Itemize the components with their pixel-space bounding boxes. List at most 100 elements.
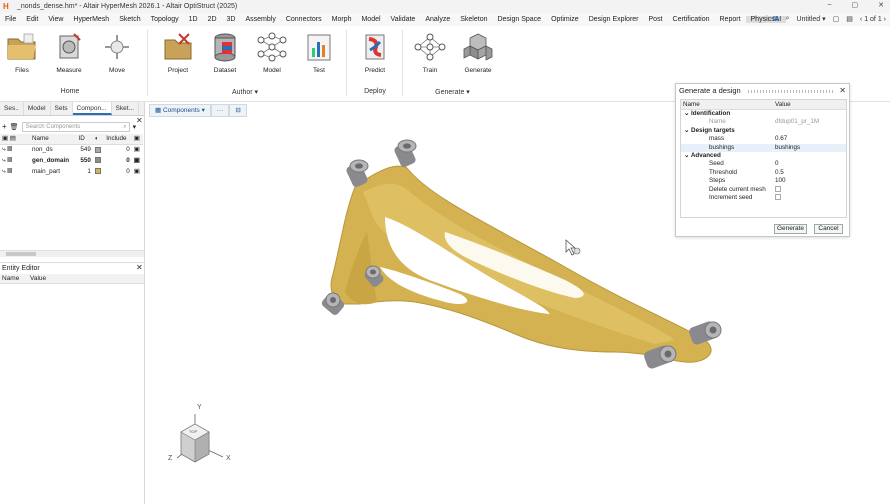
maximize-button[interactable]: ▢ (852, 1, 859, 9)
menu-file[interactable]: File (0, 16, 21, 23)
menu-skeleton[interactable]: Skeleton (455, 16, 492, 23)
ribbon-separator (346, 30, 347, 96)
model-tool[interactable]: Model (250, 30, 294, 74)
threshold-row[interactable]: Threshold 0.5 (681, 169, 846, 177)
predict-tool[interactable]: Predict (353, 30, 397, 74)
row-action-icon[interactable]: ▣ (134, 168, 140, 175)
search-icon[interactable]: ⌕ (786, 15, 790, 23)
increment-seed-checkbox[interactable] (775, 194, 781, 201)
menu-connectors[interactable]: Connectors (281, 16, 327, 23)
threshold-value-field[interactable]: 0.5 (775, 169, 846, 177)
files-tool[interactable]: Files (0, 30, 44, 74)
mass-value-field[interactable]: 0.67 (775, 135, 846, 143)
menu-report[interactable]: Report (715, 16, 746, 23)
row-icons: ⤷ ▤ (2, 156, 13, 164)
mass-row[interactable]: mass 0.67 (681, 135, 846, 143)
delete-mesh-row[interactable]: Delete current mesh (681, 186, 846, 194)
minimize-button[interactable]: – (828, 1, 832, 9)
menu-design-explorer[interactable]: Design Explorer (584, 16, 644, 23)
collapse-icon[interactable]: ⌄ (684, 110, 689, 117)
color-swatch[interactable] (94, 146, 101, 153)
steps-row[interactable]: Steps 100 (681, 177, 846, 185)
close-window-button[interactable]: ✕ (878, 1, 884, 9)
group-generate[interactable]: Generate ▾ (425, 88, 480, 96)
menu-2d[interactable]: 2D (203, 16, 222, 23)
section-advanced[interactable]: ⌄ Advanced (681, 152, 846, 160)
menu-bar: File Edit View HyperMesh Sketch Topology… (0, 13, 890, 26)
delete-icon[interactable]: 🗑 (10, 123, 19, 131)
color-swatch[interactable] (94, 168, 101, 175)
tab-sketch[interactable]: Sket... (112, 102, 139, 115)
move-tool[interactable]: Move (95, 30, 139, 74)
close-browser-icon[interactable]: ✕ (136, 116, 143, 125)
seed-value-field[interactable]: 0 (775, 160, 846, 168)
menu-morph[interactable]: Morph (327, 16, 357, 23)
tab-sets[interactable]: Sets (51, 102, 73, 115)
bushings-row[interactable]: bushings bushings (681, 143, 846, 152)
menu-3d[interactable]: 3D (222, 16, 241, 23)
menu-sketch[interactable]: Sketch (114, 16, 145, 23)
menu-validate[interactable]: Validate (386, 16, 421, 23)
close-entity-editor-icon[interactable]: ✕ (136, 263, 143, 272)
dataset-tool[interactable]: Dataset (203, 30, 247, 74)
generated-part[interactable] (330, 165, 712, 363)
increment-seed-row[interactable]: Increment seed (681, 194, 846, 202)
id-column-header[interactable]: ID (76, 134, 93, 145)
row-action-icon[interactable]: ▣ (134, 157, 140, 164)
axis-triad[interactable] (176, 414, 224, 463)
session-dropdown[interactable]: Untitled ▾ (796, 15, 825, 23)
project-tool[interactable]: Project (156, 30, 200, 74)
tab-components[interactable]: Compon... (72, 102, 112, 115)
row-action-icon[interactable]: ▣ (134, 146, 140, 153)
page-icon[interactable]: ▤ (846, 15, 853, 23)
add-icon[interactable]: + (2, 122, 7, 131)
seed-row[interactable]: Seed 0 (681, 160, 846, 168)
measure-tool[interactable]: Measure (47, 30, 91, 74)
menu-hypermesh[interactable]: HyperMesh (68, 16, 114, 23)
menu-edit[interactable]: Edit (21, 16, 43, 23)
bushing-top-right[interactable] (393, 139, 417, 168)
color-swatch[interactable] (94, 157, 101, 164)
menu-design-space[interactable]: Design Space (492, 16, 546, 23)
menu-analyze[interactable]: Analyze (420, 16, 455, 23)
page-indicator[interactable]: ‹ 1 of 1 › (860, 16, 886, 23)
section-design-targets[interactable]: ⌄ Design targets (681, 127, 846, 135)
search-components-input[interactable]: Search Components ⌕ (21, 121, 130, 132)
cancel-button[interactable]: Cancel (814, 224, 843, 234)
menu-certification[interactable]: Certification (668, 16, 715, 23)
window-layout-icon[interactable]: ▢ (833, 15, 840, 23)
test-tool[interactable]: Test (297, 30, 341, 74)
include-column-header[interactable]: Include (104, 134, 132, 145)
menu-view[interactable]: View (43, 16, 68, 23)
section-identification[interactable]: ⌄ Identification (681, 110, 846, 118)
table-row[interactable]: ⤷ ▤ main_part 1 0 ▣ (0, 166, 143, 177)
menu-model[interactable]: Model (356, 16, 385, 23)
scrollbar-thumb[interactable] (6, 252, 36, 256)
horizontal-scrollbar[interactable] (0, 250, 144, 257)
table-row[interactable]: ⤷ ▤ non_ds 549 0 ▣ (0, 144, 143, 155)
browser-tabs: Ses.. Model Sets Compon... Sket... (0, 102, 144, 116)
menu-optimize[interactable]: Optimize (546, 16, 584, 23)
group-author[interactable]: Author ▾ (220, 88, 270, 96)
name-column-header[interactable]: Name (30, 134, 77, 145)
table-row[interactable]: ⤷ ▤ gen_domain 550 0 ▣ (0, 155, 143, 166)
generate-tool[interactable]: Generate (456, 30, 500, 74)
menu-1d[interactable]: 1D (184, 16, 203, 23)
generate-button[interactable]: Generate (774, 224, 807, 234)
collapse-icon[interactable]: ⌄ (684, 127, 689, 134)
steps-value-field[interactable]: 100 (775, 177, 846, 185)
menu-post[interactable]: Post (644, 16, 668, 23)
chat-icon[interactable]: ⧉ (773, 14, 779, 24)
tab-session[interactable]: Ses.. (0, 102, 24, 115)
collapse-icon[interactable]: ⌄ (684, 152, 689, 159)
menu-assembly[interactable]: Assembly (240, 16, 280, 23)
dialog-title-bar[interactable]: Generate a design ✕ (676, 84, 849, 98)
drag-handle[interactable] (748, 90, 833, 93)
delete-mesh-checkbox[interactable] (775, 185, 781, 192)
bushing-right-upper[interactable] (688, 320, 722, 346)
close-dialog-icon[interactable]: ✕ (839, 84, 846, 98)
train-tool[interactable]: Train (408, 30, 452, 74)
menu-topology[interactable]: Topology (146, 16, 184, 23)
tab-model[interactable]: Model (24, 102, 51, 115)
bushings-value-field[interactable]: bushings (775, 144, 846, 152)
